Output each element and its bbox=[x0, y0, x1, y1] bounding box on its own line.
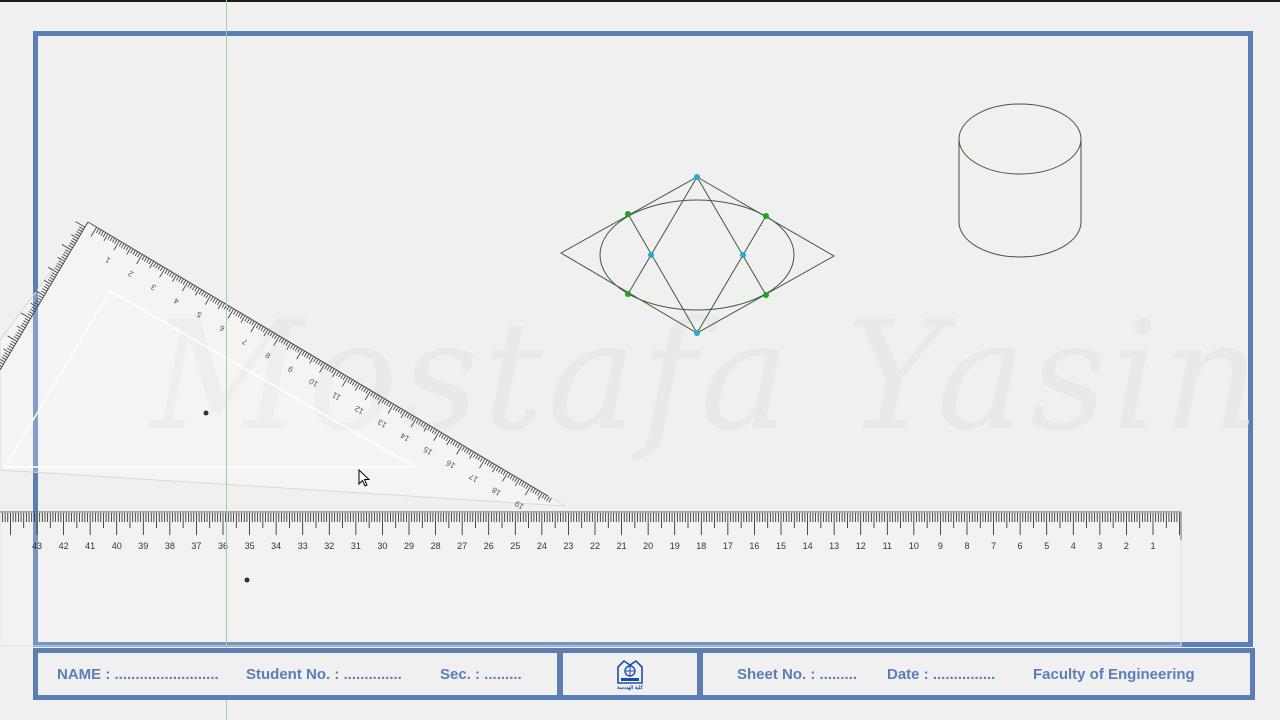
ruler-number: 13 bbox=[829, 541, 839, 551]
ruler-number: 18 bbox=[696, 541, 706, 551]
ruler-number: 26 bbox=[484, 541, 494, 551]
ruler-number: 28 bbox=[431, 541, 441, 551]
set-square-tool[interactable]: 12345678910111213141516171819 bbox=[0, 221, 566, 512]
ruler-number: 7 bbox=[991, 541, 996, 551]
mouse-cursor-icon bbox=[358, 469, 371, 487]
construction-points bbox=[648, 174, 746, 336]
ruler-number: 33 bbox=[298, 541, 308, 551]
ruler-number: 35 bbox=[245, 541, 255, 551]
cylinder-top bbox=[958, 103, 1082, 175]
sec-field[interactable]: Sec. : ......... bbox=[440, 653, 522, 695]
title-block: NAME : ......................... Student… bbox=[33, 648, 1255, 700]
ruler-number: 22 bbox=[590, 541, 600, 551]
tangent-point bbox=[763, 292, 769, 298]
ruler-number: 21 bbox=[617, 541, 627, 551]
ruler-body[interactable] bbox=[0, 511, 1182, 647]
ruler-number: 17 bbox=[723, 541, 733, 551]
sheet-no-label: Sheet No. : ......... bbox=[737, 665, 858, 683]
ruler-number: 3 bbox=[1097, 541, 1102, 551]
date-label: Date : ............... bbox=[887, 665, 996, 683]
construction-line bbox=[627, 176, 698, 295]
tangent-point bbox=[625, 211, 631, 217]
faculty-emblem-icon bbox=[617, 659, 643, 684]
set-square-body[interactable] bbox=[0, 221, 566, 507]
date-field[interactable]: Date : ............... bbox=[887, 653, 995, 695]
ruler-number: 29 bbox=[404, 541, 414, 551]
ruler-number: 37 bbox=[191, 541, 201, 551]
ruler-number: 15 bbox=[776, 541, 786, 551]
construction-point bbox=[740, 252, 746, 258]
ruler-number: 10 bbox=[909, 541, 919, 551]
ruler-number: 40 bbox=[112, 541, 122, 551]
tangent-points bbox=[625, 211, 769, 298]
vertical-guide-line[interactable] bbox=[226, 0, 227, 720]
isometric-circle-construction bbox=[559, 176, 836, 334]
straight-ruler-tool[interactable]: 43 42 41 40 39 38 37 36 35 34 33 32 31 30 29 28 27 26 25 24… bbox=[0, 511, 1182, 647]
sec-label: Sec. : ......... bbox=[440, 665, 522, 683]
ruler-number: 2 bbox=[1124, 541, 1129, 551]
reference-point[interactable] bbox=[203, 410, 209, 416]
ruler-number: 8 bbox=[964, 541, 969, 551]
cylinder-drawing bbox=[958, 103, 1082, 258]
ruler-number: 16 bbox=[749, 541, 759, 551]
reference-point[interactable] bbox=[244, 577, 250, 583]
logo-cell: كلية الهندسة bbox=[563, 653, 697, 695]
ruler-number: 42 bbox=[59, 541, 69, 551]
ruler-number: 4 bbox=[1071, 541, 1076, 551]
construction-point bbox=[694, 174, 700, 180]
ruler-number: 27 bbox=[457, 541, 467, 551]
logo-caption: كلية الهندسة bbox=[617, 684, 643, 691]
ruler-number: 24 bbox=[537, 541, 547, 551]
ruler-number: 32 bbox=[324, 541, 334, 551]
university-logo: كلية الهندسة bbox=[609, 656, 651, 692]
name-field[interactable]: NAME : ......................... bbox=[57, 653, 219, 695]
ruler-number: 1 bbox=[1150, 541, 1155, 551]
student-no-field[interactable]: Student No. : .............. bbox=[246, 653, 402, 695]
ruler-number: 34 bbox=[271, 541, 281, 551]
cylinder-bottom bbox=[958, 221, 1082, 258]
faculty-label: Faculty of Engineering bbox=[1033, 665, 1195, 683]
sheet-no-field[interactable]: Sheet No. : ......... bbox=[737, 653, 857, 695]
ruler-number: 5 bbox=[1044, 541, 1049, 551]
student-no-label: Student No. : .............. bbox=[246, 665, 402, 683]
construction-point bbox=[694, 330, 700, 336]
name-label: NAME : ......................... bbox=[57, 665, 219, 683]
ruler-number: 38 bbox=[165, 541, 175, 551]
ruler-number: 19 bbox=[670, 541, 680, 551]
set-square-tick bbox=[75, 221, 86, 228]
ruler-number: 41 bbox=[85, 541, 95, 551]
ruler-number: 43 bbox=[32, 541, 42, 551]
ruler-number: 20 bbox=[643, 541, 653, 551]
tangent-point bbox=[763, 213, 769, 219]
ruler-number: 6 bbox=[1018, 541, 1023, 551]
ruler-number: 39 bbox=[138, 541, 148, 551]
ruler-number: 25 bbox=[510, 541, 520, 551]
ruler-number: 23 bbox=[563, 541, 573, 551]
ruler-number: 11 bbox=[883, 541, 892, 551]
title-block-divider bbox=[697, 653, 703, 695]
ruler-number: 30 bbox=[377, 541, 387, 551]
drawing-canvas[interactable]: 12345678910111213141516171819 43 42 41 40 39… bbox=[0, 0, 1280, 720]
ruler-number: 12 bbox=[856, 541, 866, 551]
construction-point bbox=[648, 252, 654, 258]
ruler-number: 9 bbox=[938, 541, 943, 551]
construction-line bbox=[696, 176, 767, 296]
tangent-point bbox=[625, 291, 631, 297]
construction-line bbox=[627, 213, 698, 334]
ruler-number: 31 bbox=[351, 541, 361, 551]
construction-line bbox=[696, 215, 767, 334]
ruler-number: 14 bbox=[803, 541, 813, 551]
faculty-field: Faculty of Engineering bbox=[1033, 653, 1195, 695]
